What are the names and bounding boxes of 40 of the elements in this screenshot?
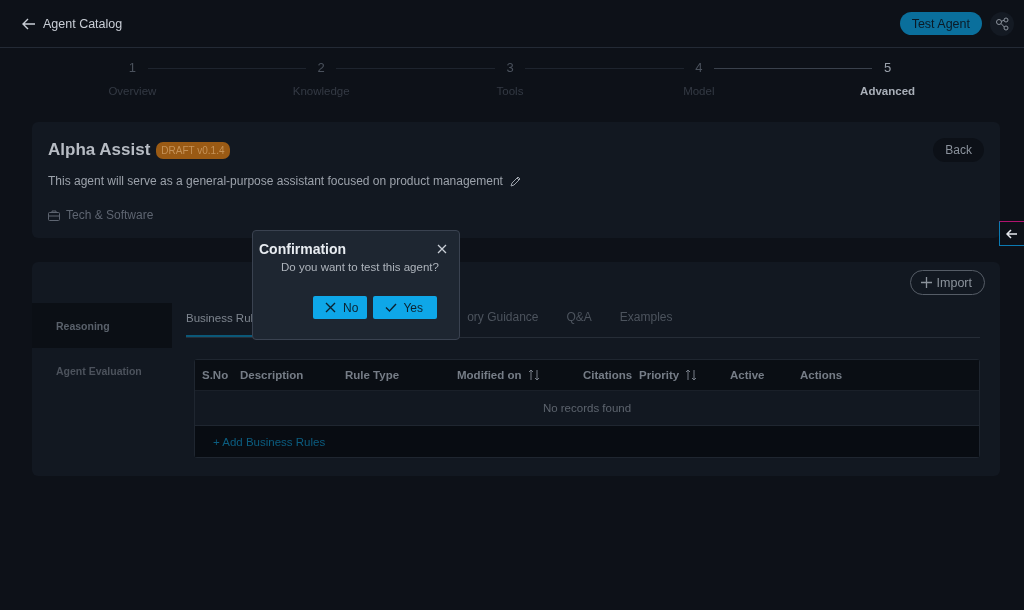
category-label: Tech & Software: [66, 208, 154, 222]
column-header: Description: [240, 369, 304, 381]
back-button[interactable]: Back: [933, 138, 984, 162]
no-button[interactable]: No: [313, 296, 368, 319]
sort-icon[interactable]: [527, 369, 540, 381]
empty-message: No records found: [542, 402, 632, 414]
tab[interactable]: Q&A: [566, 310, 592, 337]
column-header: Active: [730, 369, 765, 381]
collapse-tab[interactable]: [999, 221, 1024, 246]
version-badge: DRAFT v0.1.4: [156, 141, 230, 159]
agent-name: Alpha Assist: [48, 140, 151, 160]
agent-description: This agent will serve as a general-purpose assistant focused on product management: [48, 174, 503, 188]
share-icon: [995, 16, 1009, 31]
briefcase-icon: [48, 209, 60, 221]
column-header: Actions: [800, 369, 843, 381]
check-icon: [385, 302, 398, 313]
dialog-message: Do you want to test this agent?: [281, 261, 440, 273]
pencil-icon[interactable]: [508, 174, 522, 188]
add-rule-link[interactable]: + Add Business Rules: [213, 435, 326, 448]
test-agent-button[interactable]: Test Agent: [899, 12, 982, 35]
sort-icon[interactable]: [685, 369, 698, 381]
yes-button[interactable]: Yes: [373, 296, 437, 319]
plus-icon: [920, 277, 932, 288]
tab[interactable]: ory Guidance: [467, 310, 539, 337]
back-link[interactable]: Agent Catalog: [22, 16, 123, 31]
arrow-left-icon: [22, 17, 36, 30]
close-icon: [437, 244, 447, 254]
dialog-title: Confirmation: [259, 241, 347, 257]
share-button[interactable]: [990, 11, 1014, 36]
step-label[interactable]: Advanced: [860, 85, 916, 97]
column-header[interactable]: Priority: [639, 369, 698, 381]
close-icon: [325, 302, 338, 313]
column-header: Citations: [583, 369, 633, 381]
column-header: Rule Type: [345, 369, 400, 381]
tab[interactable]: Examples: [619, 310, 673, 337]
arrow-left-icon: [1006, 228, 1018, 239]
side-nav-item[interactable]: Reasoning: [32, 303, 172, 348]
side-nav-item[interactable]: Agent Evaluation: [32, 348, 172, 393]
column-header[interactable]: Modified on: [457, 369, 540, 381]
column-header: S.No: [202, 369, 229, 381]
